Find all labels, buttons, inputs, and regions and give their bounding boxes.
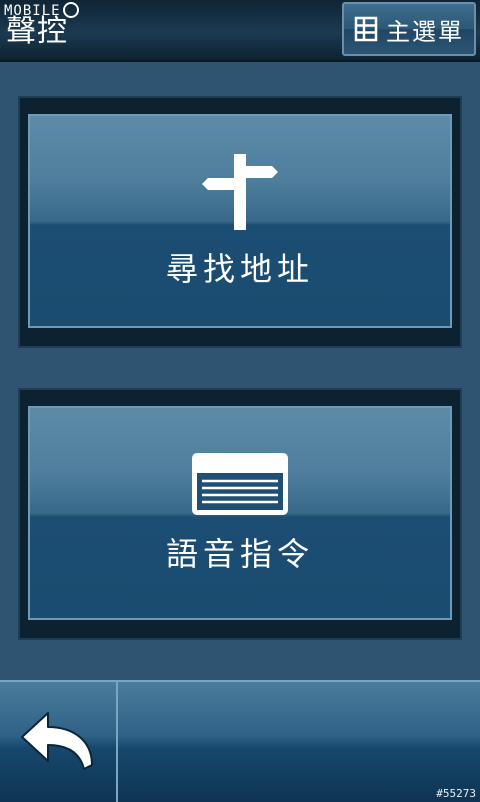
find-address-face: 尋找地址 (28, 114, 452, 328)
voice-command-button[interactable]: 語音指令 (18, 388, 462, 640)
main-menu-button[interactable]: 主選單 (342, 2, 476, 56)
find-address-label: 尋找地址 (165, 250, 314, 288)
image-id-label: #55273 (436, 787, 476, 800)
voice-command-face: 語音指令 (28, 406, 452, 620)
main-menu-label: 主選單 (386, 17, 464, 46)
back-button[interactable] (0, 682, 118, 802)
header-bar: MOBILE 聲控 主選單 (0, 0, 480, 62)
signpost-icon (202, 154, 278, 230)
grid-menu-icon (354, 16, 378, 42)
command-card-icon (192, 453, 288, 515)
find-address-button[interactable]: 尋找地址 (18, 96, 462, 348)
voice-command-label: 語音指令 (165, 535, 314, 573)
bottom-bar: #55273 (0, 680, 480, 802)
page-title: 聲控 (6, 14, 68, 49)
bottom-bar-empty-area (120, 682, 480, 802)
back-arrow-icon (21, 712, 93, 770)
